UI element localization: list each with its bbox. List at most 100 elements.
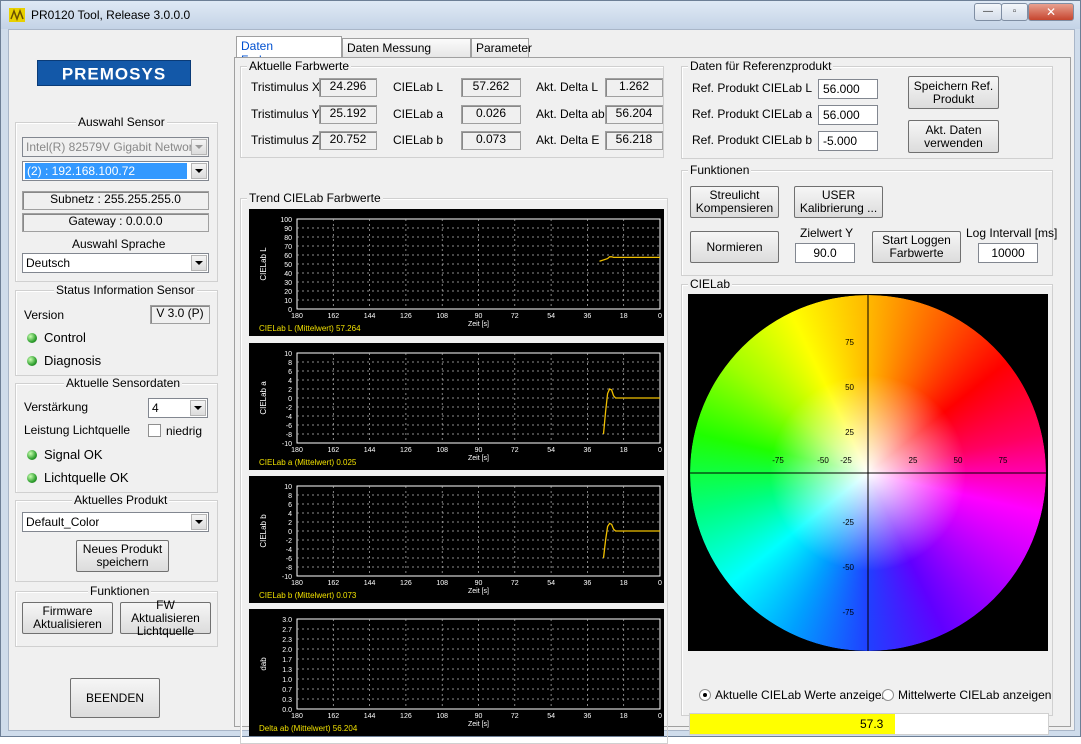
chevron-down-icon <box>190 400 206 416</box>
chart-footer-value: CIELab a (Mittelwert) 0.025 <box>259 458 357 467</box>
x-tick-label: 180 <box>291 713 303 720</box>
firmware-update-button[interactable]: Firmware Aktualisieren <box>22 602 113 634</box>
y-tick-label: 1.7 <box>282 657 292 664</box>
y-tick-label: -4 <box>286 414 292 421</box>
control-label: Control <box>44 330 86 345</box>
y-tick-label: 0 <box>288 529 292 536</box>
cielab-b-label: CIELab b <box>393 133 444 147</box>
minimize-button[interactable]: — <box>974 3 1002 21</box>
ref-b-input[interactable]: -5.000 <box>818 131 878 151</box>
trend-chart-2: 10 8 6 4 2 0 -2 -4 -6 -8 -10 180 162 144 126 108 90 72 54 3… <box>249 343 664 470</box>
log-interval-label: Log Intervall [ms] <box>966 226 1058 240</box>
stray-light-button[interactable]: Streulicht Kompensieren <box>690 186 779 218</box>
ref-l-input[interactable]: 56.000 <box>818 79 878 99</box>
y-tick-label: 2.0 <box>282 647 292 654</box>
gain-select[interactable]: 4 <box>148 398 208 418</box>
tab-opazitaet[interactable]: Daten Messung Opazität <box>342 38 471 69</box>
x-tick-label: 162 <box>327 580 339 587</box>
x-tick-label: 90 <box>475 447 483 454</box>
x-tick-label: 144 <box>364 447 376 454</box>
trend-title: Trend CIELab Farbwerte <box>247 191 383 205</box>
language-select[interactable]: Deutsch <box>22 253 209 273</box>
low-power-checkbox[interactable] <box>148 424 161 437</box>
client-area: PREMOSYS Auswahl Sensor Intel(R) 82579V … <box>8 29 1075 744</box>
x-tick-label: 36 <box>584 713 592 720</box>
start-logging-button[interactable]: Start Loggen Farbwerte <box>872 231 961 263</box>
x-tick-label: 162 <box>327 313 339 320</box>
x-tick-label: 0 <box>658 713 662 720</box>
target-y-input[interactable]: 90.0 <box>795 243 855 263</box>
y-axis-label: dab <box>259 657 268 671</box>
y-tick-label: -2 <box>286 405 292 412</box>
x-tick-label: 18 <box>620 713 628 720</box>
radio-current-values[interactable] <box>699 689 711 701</box>
a-tick-label: -25 <box>840 456 852 465</box>
x-tick-label: 90 <box>475 580 483 587</box>
y-tick-label: -2 <box>286 538 292 545</box>
y-tick-label: 4 <box>288 511 292 518</box>
x-axis-label: Zeit [s] <box>468 455 489 462</box>
cielab-l-label: CIELab L <box>393 80 444 94</box>
product-select[interactable]: Default_Color <box>22 512 209 532</box>
delta-l-value: 1.262 <box>605 78 663 97</box>
diagnosis-led-icon <box>27 356 37 366</box>
x-tick-label: 126 <box>400 713 412 720</box>
tab-parameter[interactable]: Parameter <box>471 38 532 57</box>
radio-mean-values[interactable] <box>882 689 894 701</box>
lightness-bar: 57.3 <box>689 713 1049 735</box>
log-interval-input[interactable]: 10000 <box>978 243 1038 263</box>
window-title: PR0120 Tool, Release 3.0.0.0 <box>31 8 191 22</box>
y-tick-label: -6 <box>286 423 292 430</box>
ref-b-label: Ref. Produkt CIELab b <box>692 133 813 147</box>
adapter-select[interactable]: Intel(R) 82579V Gigabit Network C <box>22 137 209 157</box>
tristimulus-z-label: Tristimulus Z <box>251 133 320 147</box>
ref-a-label: Ref. Produkt CIELab a <box>692 107 813 121</box>
y-tick-label: 2.7 <box>282 627 292 634</box>
normalize-button[interactable]: Normieren <box>690 231 779 263</box>
low-power-label: niedrig <box>166 424 203 438</box>
exit-button[interactable]: BEENDEN <box>70 678 160 718</box>
y-tick-label: 40 <box>284 271 292 278</box>
b-tick-label: -75 <box>842 608 854 617</box>
trend-chart-4: 3.0 2.7 2.3 2.0 1.7 1.3 1.0 0.7 0.3 0.0 180 162 144 1… <box>249 609 664 736</box>
new-product-button[interactable]: Neues Produkt speichern <box>76 540 169 572</box>
b-tick-label: -25 <box>842 518 854 527</box>
user-calibration-button[interactable]: USER Kalibrierung ... <box>794 186 883 218</box>
y-tick-label: 70 <box>284 244 292 251</box>
ref-l-label: Ref. Produkt CIELab L <box>692 81 813 95</box>
y-tick-label: -6 <box>286 556 292 563</box>
diagnosis-label: Diagnosis <box>44 353 102 368</box>
gain-label: Verstärkung <box>24 400 89 414</box>
fw-light-update-button[interactable]: FW Aktualisieren Lichtquelle <box>120 598 211 637</box>
ref-a-input[interactable]: 56.000 <box>818 105 878 125</box>
close-button[interactable]: ✕ <box>1028 3 1074 21</box>
x-tick-label: 72 <box>511 313 519 320</box>
x-tick-label: 72 <box>511 713 519 720</box>
light-power-label: Leistung Lichtquelle <box>24 423 131 437</box>
device-select[interactable]: (2) : 192.168.100.72 <box>22 161 209 181</box>
x-axis-label: Zeit [s] <box>468 721 489 728</box>
tab-farbmessung[interactable]: Daten Farbmessung <box>236 36 342 67</box>
radio-mean-label: Mittelwerte CIELab anzeigen <box>898 688 1052 702</box>
save-ref-button[interactable]: Speichern Ref. Produkt <box>908 76 999 109</box>
b-tick-label: 50 <box>845 383 854 392</box>
y-tick-label: 2.3 <box>282 637 292 644</box>
chevron-down-icon <box>191 163 207 179</box>
signal-ok-label: Signal OK <box>44 447 103 462</box>
x-tick-label: 126 <box>400 580 412 587</box>
version-label: Version <box>24 308 65 322</box>
tristimulus-y-value: 25.192 <box>319 105 377 124</box>
trend-chart-3: 10 8 6 4 2 0 -2 -4 -6 -8 -10 180 162 144 126 108 90 72 54 3… <box>249 476 664 603</box>
y-tick-label: -8 <box>286 565 292 572</box>
use-current-button[interactable]: Akt. Daten verwenden <box>908 120 999 153</box>
chevron-down-icon <box>191 514 207 530</box>
gain-value: 4 <box>152 401 159 415</box>
maximize-button[interactable]: ▫ <box>1001 3 1028 21</box>
x-tick-label: 162 <box>327 713 339 720</box>
chart-footer-value: CIELab b (Mittelwert) 0.073 <box>259 591 357 600</box>
cielab-b-value: 0.073 <box>461 131 521 150</box>
x-tick-label: 108 <box>436 580 448 587</box>
app-icon <box>9 8 25 22</box>
tristimulus-x-label: Tristimulus X <box>251 80 320 94</box>
y-tick-label: 6 <box>288 502 292 509</box>
